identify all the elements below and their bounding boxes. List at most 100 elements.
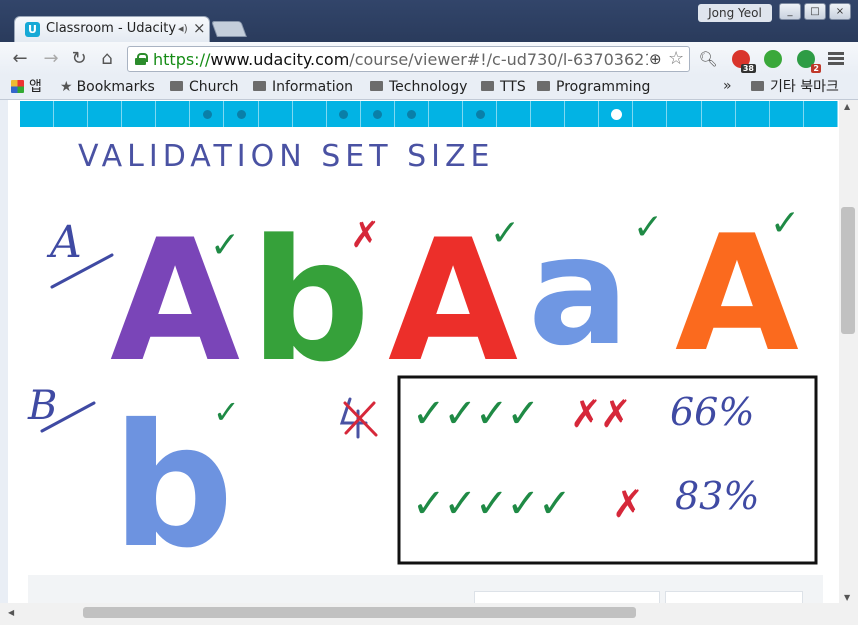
vertical-scrollbar[interactable] [839,100,858,608]
progress-dot-icon [373,110,383,119]
progress-dot-icon [475,110,485,119]
folder-icon [370,81,383,91]
whiteboard-title: VALIDATION SET SIZE [78,139,494,174]
crossed-out-mark [339,397,378,439]
progress-segment[interactable] [395,101,429,127]
horizontal-scrollbar-thumb[interactable] [83,607,636,618]
bookmarks-overflow-chevron-icon[interactable]: » [723,78,732,94]
progress-segment[interactable] [565,101,600,127]
progress-dot-icon [339,110,349,119]
progress-segment[interactable] [804,101,838,127]
video-whiteboard[interactable]: VALIDATION SET SIZE A A ✓ b ✗ A ✓ a ✓ A … [20,127,838,577]
progress-segment[interactable] [259,101,293,127]
check-mark-icon: ✓ [490,213,520,254]
extension-red-icon[interactable]: 38 [732,50,756,73]
progress-segment[interactable] [497,101,532,127]
menu-icon[interactable] [828,52,844,66]
progress-segment[interactable] [224,101,259,127]
progress-segment[interactable] [190,101,225,127]
bookmark-label: Church [189,79,239,95]
bookmark-apps[interactable]: 앱 [11,78,42,97]
progress-segment[interactable] [156,101,191,127]
row-1-correct-marks: ✓✓✓✓ [412,391,538,437]
new-tab-button[interactable] [211,21,247,37]
zoom-icon[interactable]: ⊕ [649,50,662,68]
progress-segment[interactable] [702,101,736,127]
letter-magnet-a-lowercase-blue: a [528,205,629,379]
bookmarks-bar: 앱 ★ Bookmarks Church Information Technolo… [0,75,858,100]
progress-segment[interactable] [54,101,89,127]
bookmark-other[interactable]: 기타 북마크 [751,78,839,97]
progress-segment[interactable] [122,101,157,127]
tab-title: Classroom - Udacity [46,21,176,36]
progress-dot-icon [202,110,212,119]
search-icon[interactable]: 🔍︎ [697,48,719,70]
folder-icon [253,81,266,91]
extension-green-balloon-icon[interactable] [764,50,782,68]
minimize-icon[interactable]: _ [779,3,801,20]
scroll-up-arrow-icon[interactable]: ▲ [844,102,850,111]
url-host: www.udacity.com [210,50,350,69]
scroll-down-arrow-icon[interactable]: ▼ [844,593,850,602]
speaker-icon[interactable]: ◂) [178,22,188,35]
lock-icon [135,53,148,65]
bookmark-bookmarks[interactable]: ★ Bookmarks [60,78,155,97]
check-mark-icon: ✓ [210,225,240,266]
bookmark-information[interactable]: Information [253,78,353,97]
bookmark-label: 기타 북마크 [770,79,839,95]
bookmark-church[interactable]: Church [170,78,239,97]
progress-segment[interactable] [361,101,395,127]
progress-segment[interactable] [770,101,804,127]
progress-segment[interactable] [736,101,770,127]
vertical-scrollbar-thumb[interactable] [841,207,855,334]
progress-segment[interactable] [429,101,464,127]
forward-arrow-icon[interactable]: → [40,48,62,70]
row-2-correct-marks: ✓✓✓✓✓ [412,481,570,527]
current-position-dot-icon [610,109,622,120]
home-icon[interactable]: ⌂ [96,48,118,70]
url-path: /course/viewer#!/c-ud730/l-6370362152/m- [349,50,648,69]
close-icon[interactable]: × [193,19,206,37]
progress-segment[interactable] [327,101,361,127]
progress-segment[interactable] [633,101,668,127]
apps-grid-icon [11,80,24,93]
bookmark-label: Programming [556,79,651,95]
progress-dot-icon [407,110,417,119]
bookmark-tts[interactable]: TTS [481,78,526,97]
bookmark-label: TTS [500,79,526,95]
back-arrow-icon[interactable]: ← [9,48,31,70]
url-text[interactable]: https://www.udacity.com/course/viewer#!/… [153,50,648,69]
url-scheme: https:// [153,50,211,69]
row-a-label: A [46,217,82,268]
bookmark-programming[interactable]: Programming [537,78,650,97]
cross-mark-icon: ✗ [350,215,380,256]
lesson-progress-bar [20,101,838,127]
folder-icon [537,81,550,91]
scroll-left-arrow-icon[interactable]: ◀ [8,608,14,617]
extension-green-counter-icon[interactable]: 2 [797,50,821,73]
star-icon: ★ [60,79,73,95]
browser-toolbar: ← → ↻ ⌂ https://www.udacity.com/course/v… [0,42,858,75]
maximize-icon[interactable]: □ [804,3,826,20]
bookmark-star-icon[interactable]: ☆ [668,48,684,69]
progress-segment[interactable] [20,101,55,127]
check-mark-icon: ✓ [633,207,663,248]
progress-segment[interactable] [599,101,634,127]
progress-segment[interactable] [667,101,702,127]
progress-segment[interactable] [463,101,498,127]
folder-icon [170,81,183,91]
window-close-icon[interactable]: × [829,3,851,20]
progress-segment[interactable] [531,101,566,127]
address-bar[interactable]: https://www.udacity.com/course/viewer#!/… [127,46,690,72]
profile-name[interactable]: Jong Yeol [698,4,772,22]
reload-icon[interactable]: ↻ [68,48,90,70]
row-2-wrong-marks: ✗ [612,482,644,526]
tab-classroom[interactable]: U Classroom - Udacity ◂) × [14,16,210,42]
progress-segment[interactable] [293,101,327,127]
row-b-label: B [27,383,57,429]
bookmark-label: Bookmarks [76,79,155,95]
progress-dot-icon [237,110,246,119]
bookmark-technology[interactable]: Technology [370,78,467,97]
bookmark-label: Information [272,79,354,95]
progress-segment[interactable] [88,101,123,127]
